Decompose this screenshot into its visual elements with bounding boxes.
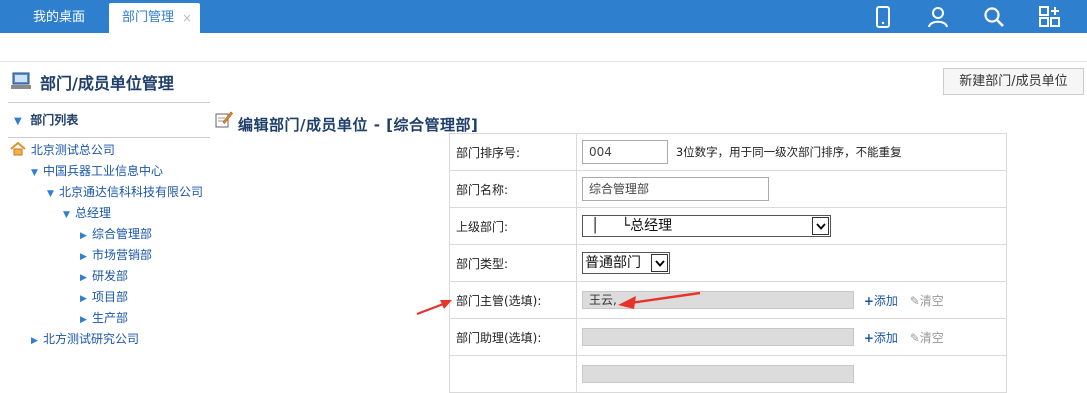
annotation-arrow-left — [416, 300, 452, 316]
annotation-arrow-right — [618, 291, 701, 309]
annotation-arrows — [416, 291, 701, 316]
